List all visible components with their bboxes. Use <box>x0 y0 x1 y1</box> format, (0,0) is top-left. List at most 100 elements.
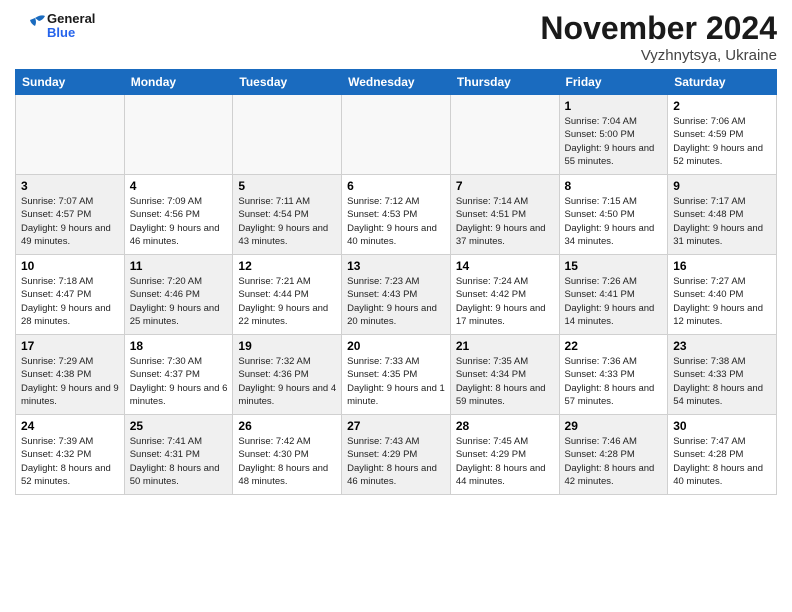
day-number: 13 <box>347 259 445 273</box>
day-info: Sunrise: 7:07 AMSunset: 4:57 PMDaylight:… <box>21 195 119 248</box>
calendar-cell: 22Sunrise: 7:36 AMSunset: 4:33 PMDayligh… <box>559 335 668 415</box>
day-number: 21 <box>456 339 554 353</box>
calendar-cell: 21Sunrise: 7:35 AMSunset: 4:34 PMDayligh… <box>450 335 559 415</box>
calendar-cell <box>233 95 342 175</box>
calendar-cell: 15 Sunrise: 7:26 AMSunset: 4:41 PMDayligh… <box>559 255 668 335</box>
calendar-cell: 4 Sunrise: 7:09 AMSunset: 4:56 PMDaylight… <box>124 175 233 255</box>
day-number: 12 <box>238 259 336 273</box>
calendar-cell: 2 Sunrise: 7:06 AMSunset: 4:59 PMDaylight… <box>668 95 777 175</box>
day-number: 10 <box>21 259 119 273</box>
day-number: 27 <box>347 419 445 433</box>
day-info: Sunrise: 7:18 AMSunset: 4:47 PMDaylight:… <box>21 275 119 328</box>
calendar-cell: 11 Sunrise: 7:20 AMSunset: 4:46 PMDayligh… <box>124 255 233 335</box>
logo-bird-icon <box>15 10 47 42</box>
calendar-cell: 13 Sunrise: 7:23 AMSunset: 4:43 PMDayligh… <box>342 255 451 335</box>
day-info: Sunrise: 7:47 AMSunset: 4:28 PMDaylight:… <box>673 435 771 488</box>
calendar-cell <box>16 95 125 175</box>
calendar-cell <box>342 95 451 175</box>
logo: General Blue <box>15 10 95 42</box>
day-info: Sunrise: 7:20 AMSunset: 4:46 PMDaylight:… <box>130 275 228 328</box>
calendar-cell: 24Sunrise: 7:39 AMSunset: 4:32 PMDayligh… <box>16 415 125 495</box>
day-number: 20 <box>347 339 445 353</box>
calendar-cell: 12 Sunrise: 7:21 AMSunset: 4:44 PMDayligh… <box>233 255 342 335</box>
calendar-cell <box>124 95 233 175</box>
calendar-cell: 29Sunrise: 7:46 AMSunset: 4:28 PMDayligh… <box>559 415 668 495</box>
calendar-cell: 16Sunrise: 7:27 AMSunset: 4:40 PMDayligh… <box>668 255 777 335</box>
day-info: Sunrise: 7:43 AMSunset: 4:29 PMDaylight:… <box>347 435 445 488</box>
day-info: Sunrise: 7:11 AMSunset: 4:54 PMDaylight:… <box>238 195 336 248</box>
day-number: 19 <box>238 339 336 353</box>
day-info: Sunrise: 7:36 AMSunset: 4:33 PMDaylight:… <box>565 355 663 408</box>
day-number: 8 <box>565 179 663 193</box>
day-info: Sunrise: 7:24 AMSunset: 4:42 PMDaylight:… <box>456 275 554 328</box>
day-info: Sunrise: 7:04 AMSunset: 5:00 PMDaylight:… <box>565 115 663 168</box>
day-number: 14 <box>456 259 554 273</box>
day-number: 16 <box>673 259 771 273</box>
day-number: 5 <box>238 179 336 193</box>
day-info: Sunrise: 7:38 AMSunset: 4:33 PMDaylight:… <box>673 355 771 408</box>
calendar-cell <box>450 95 559 175</box>
th-friday: Friday <box>559 70 668 95</box>
day-number: 23 <box>673 339 771 353</box>
calendar-cell: 7 Sunrise: 7:14 AMSunset: 4:51 PMDaylight… <box>450 175 559 255</box>
calendar-cell: 20 Sunrise: 7:33 AMSunset: 4:35 PMDayligh… <box>342 335 451 415</box>
th-saturday: Saturday <box>668 70 777 95</box>
calendar-cell: 19 Sunrise: 7:32 AMSunset: 4:36 PMDayligh… <box>233 335 342 415</box>
logo-blue: Blue <box>47 26 95 40</box>
calendar-cell: 8 Sunrise: 7:15 AMSunset: 4:50 PMDaylight… <box>559 175 668 255</box>
header: General Blue November 2024 Vyzhnytsya, U… <box>15 10 777 64</box>
day-info: Sunrise: 7:32 AMSunset: 4:36 PMDaylight:… <box>238 355 336 408</box>
day-info: Sunrise: 7:14 AMSunset: 4:51 PMDaylight:… <box>456 195 554 248</box>
day-number: 7 <box>456 179 554 193</box>
day-info: Sunrise: 7:06 AMSunset: 4:59 PMDaylight:… <box>673 115 771 168</box>
day-number: 26 <box>238 419 336 433</box>
day-info: Sunrise: 7:46 AMSunset: 4:28 PMDaylight:… <box>565 435 663 488</box>
calendar-cell: 14 Sunrise: 7:24 AMSunset: 4:42 PMDayligh… <box>450 255 559 335</box>
day-number: 1 <box>565 99 663 113</box>
calendar-cell: 1 Sunrise: 7:04 AMSunset: 5:00 PMDaylight… <box>559 95 668 175</box>
calendar-cell: 25Sunrise: 7:41 AMSunset: 4:31 PMDayligh… <box>124 415 233 495</box>
day-number: 18 <box>130 339 228 353</box>
month-title: November 2024 <box>540 10 777 47</box>
title-block: November 2024 Vyzhnytsya, Ukraine <box>540 10 777 64</box>
day-info: Sunrise: 7:41 AMSunset: 4:31 PMDaylight:… <box>130 435 228 488</box>
day-number: 15 <box>565 259 663 273</box>
day-info: Sunrise: 7:21 AMSunset: 4:44 PMDaylight:… <box>238 275 336 328</box>
calendar-cell: 17 Sunrise: 7:29 AMSunset: 4:38 PMDayligh… <box>16 335 125 415</box>
day-info: Sunrise: 7:45 AMSunset: 4:29 PMDaylight:… <box>456 435 554 488</box>
day-number: 9 <box>673 179 771 193</box>
calendar-cell: 23 Sunrise: 7:38 AMSunset: 4:33 PMDayligh… <box>668 335 777 415</box>
day-number: 3 <box>21 179 119 193</box>
calendar-header: Sunday Monday Tuesday Wednesday Thursday… <box>16 70 777 95</box>
th-thursday: Thursday <box>450 70 559 95</box>
day-info: Sunrise: 7:26 AMSunset: 4:41 PMDaylight:… <box>565 275 663 328</box>
day-info: Sunrise: 7:30 AMSunset: 4:37 PMDaylight:… <box>130 355 228 408</box>
day-info: Sunrise: 7:23 AMSunset: 4:43 PMDaylight:… <box>347 275 445 328</box>
th-sunday: Sunday <box>16 70 125 95</box>
th-monday: Monday <box>124 70 233 95</box>
day-number: 30 <box>673 419 771 433</box>
day-number: 17 <box>21 339 119 353</box>
th-tuesday: Tuesday <box>233 70 342 95</box>
day-info: Sunrise: 7:09 AMSunset: 4:56 PMDaylight:… <box>130 195 228 248</box>
day-number: 24 <box>21 419 119 433</box>
day-info: Sunrise: 7:33 AMSunset: 4:35 PMDaylight:… <box>347 355 445 408</box>
calendar-cell: 27 Sunrise: 7:43 AMSunset: 4:29 PMDayligh… <box>342 415 451 495</box>
calendar-cell: 10 Sunrise: 7:18 AMSunset: 4:47 PMDayligh… <box>16 255 125 335</box>
day-number: 28 <box>456 419 554 433</box>
calendar-cell: 6 Sunrise: 7:12 AMSunset: 4:53 PMDaylight… <box>342 175 451 255</box>
calendar-cell: 26 Sunrise: 7:42 AMSunset: 4:30 PMDayligh… <box>233 415 342 495</box>
calendar-cell: 5 Sunrise: 7:11 AMSunset: 4:54 PMDaylight… <box>233 175 342 255</box>
day-number: 6 <box>347 179 445 193</box>
day-info: Sunrise: 7:12 AMSunset: 4:53 PMDaylight:… <box>347 195 445 248</box>
logo-general: General <box>47 12 95 26</box>
day-info: Sunrise: 7:15 AMSunset: 4:50 PMDaylight:… <box>565 195 663 248</box>
calendar-cell: 3 Sunrise: 7:07 AMSunset: 4:57 PMDaylight… <box>16 175 125 255</box>
day-number: 4 <box>130 179 228 193</box>
calendar-cell: 28 Sunrise: 7:45 AMSunset: 4:29 PMDayligh… <box>450 415 559 495</box>
day-number: 2 <box>673 99 771 113</box>
day-number: 11 <box>130 259 228 273</box>
day-info: Sunrise: 7:42 AMSunset: 4:30 PMDaylight:… <box>238 435 336 488</box>
day-info: Sunrise: 7:29 AMSunset: 4:38 PMDaylight:… <box>21 355 119 408</box>
calendar-cell: 9Sunrise: 7:17 AMSunset: 4:48 PMDaylight… <box>668 175 777 255</box>
